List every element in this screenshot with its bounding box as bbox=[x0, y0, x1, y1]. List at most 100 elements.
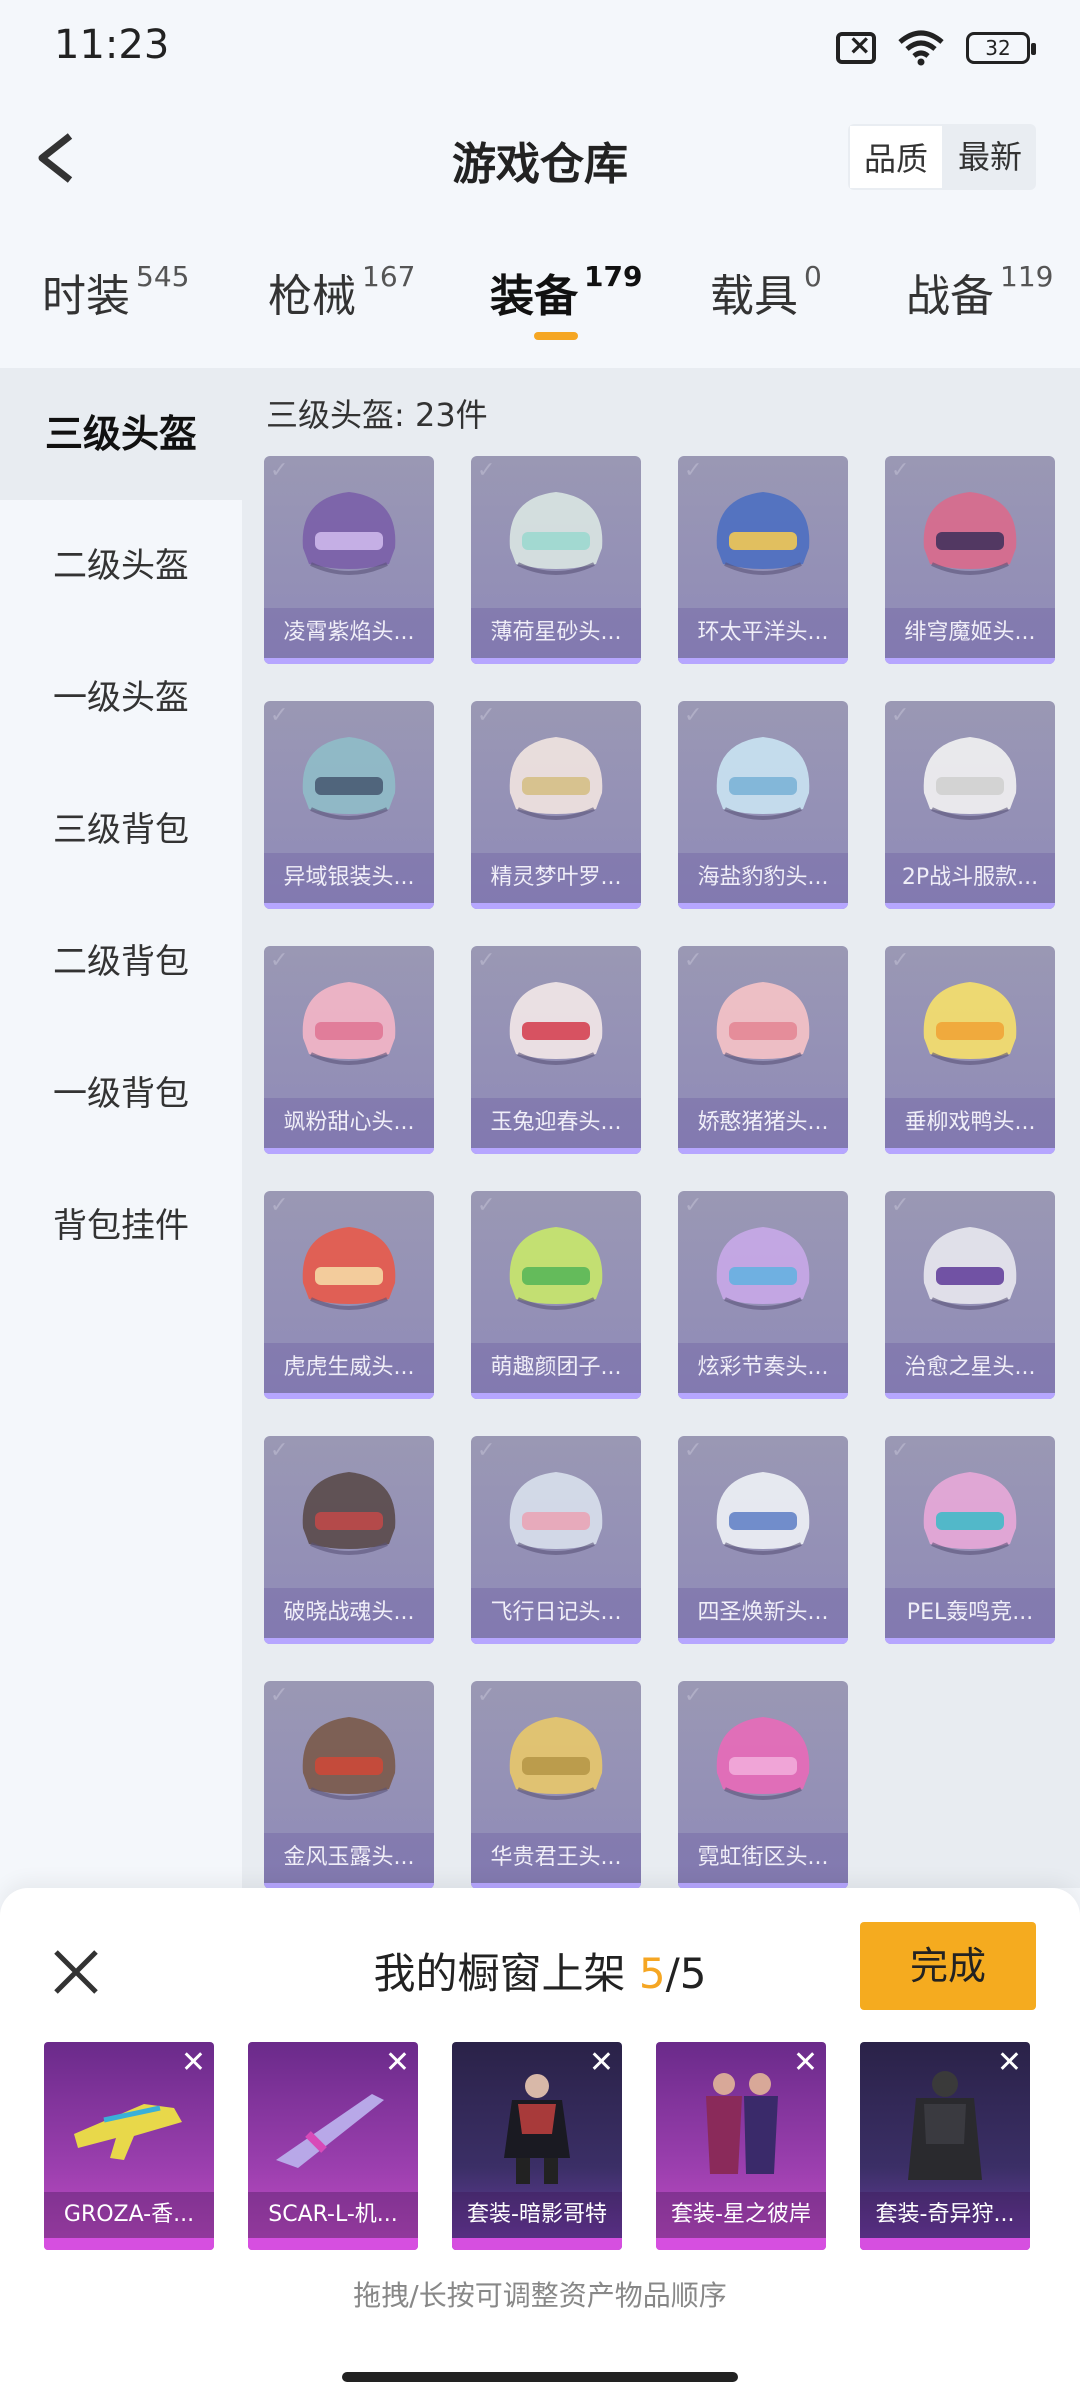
helmet-card[interactable]: ✓ 飒粉甜心头... bbox=[264, 946, 434, 1154]
subcategory-sidebar: 三级头盔 二级头盔 一级头盔 三级背包 二级背包 一级背包 背包挂件 bbox=[0, 368, 242, 1888]
helmet-card[interactable]: ✓ 2P战斗服款... bbox=[885, 701, 1055, 909]
helmet-card[interactable]: ✓ 萌趣颜团子... bbox=[471, 1191, 641, 1399]
home-indicator[interactable] bbox=[342, 2372, 738, 2382]
helmet-card[interactable]: ✓ 治愈之星头... bbox=[885, 1191, 1055, 1399]
item-thumbnail-icon bbox=[908, 2071, 982, 2180]
sort-toggle: 品质 最新 bbox=[847, 124, 1036, 190]
item-thumbnail-icon bbox=[504, 2074, 570, 2184]
rarity-bar bbox=[885, 1638, 1055, 1644]
item-name: 金风玉露头... bbox=[264, 1833, 434, 1883]
sort-latest-button[interactable]: 最新 bbox=[944, 124, 1036, 190]
check-icon: ✓ bbox=[270, 1683, 289, 1708]
wifi-icon bbox=[898, 30, 944, 66]
rarity-bar bbox=[678, 658, 848, 664]
helmet-card[interactable]: ✓ 虎虎生威头... bbox=[264, 1191, 434, 1399]
item-name: 2P战斗服款... bbox=[885, 853, 1055, 903]
item-name: 破晓战魂头... bbox=[264, 1588, 434, 1638]
done-button[interactable]: 完成 bbox=[860, 1922, 1036, 2010]
showcase-item[interactable]: ✕ SCAR-L-机... bbox=[248, 2042, 418, 2250]
showcase-item[interactable]: ✕ 套装-奇异狩... bbox=[860, 2042, 1030, 2250]
helmet-card[interactable]: ✓ 凌霄紫焰头... bbox=[264, 456, 434, 664]
helmet-card[interactable]: ✓ 飞行日记头... bbox=[471, 1436, 641, 1644]
sidebar-item-level3-backpack[interactable]: 三级背包 bbox=[0, 764, 242, 896]
helmet-icon bbox=[923, 492, 1017, 575]
status-icons: 32 bbox=[836, 28, 1036, 66]
helmet-icon bbox=[716, 737, 810, 820]
helmet-icon bbox=[509, 1227, 603, 1310]
item-name: 华贵君王头... bbox=[471, 1833, 641, 1883]
item-name: 霓虹街区头... bbox=[678, 1833, 848, 1883]
helmet-card[interactable]: ✓ 炫彩节奏头... bbox=[678, 1191, 848, 1399]
check-icon: ✓ bbox=[477, 1193, 496, 1218]
helmet-card[interactable]: ✓ 四圣焕新头... bbox=[678, 1436, 848, 1644]
item-name: 治愈之星头... bbox=[885, 1343, 1055, 1393]
check-icon: ✓ bbox=[477, 1438, 496, 1463]
helmet-card[interactable]: ✓ 海盐豹豹头... bbox=[678, 701, 848, 909]
helmet-icon bbox=[302, 1227, 396, 1310]
rarity-bar bbox=[264, 1638, 434, 1644]
helmet-card[interactable]: ✓ 金风玉露头... bbox=[264, 1681, 434, 1888]
showcase-item[interactable]: ✕ GROZA-香... bbox=[44, 2042, 214, 2250]
check-icon: ✓ bbox=[477, 458, 496, 483]
sidebar-item-level2-backpack[interactable]: 二级背包 bbox=[0, 896, 242, 1028]
tab-weapons[interactable]: 枪械 167 bbox=[268, 260, 415, 324]
rarity-bar bbox=[264, 903, 434, 909]
helmet-icon bbox=[923, 737, 1017, 820]
showcase-item-name: 套装-暗影哥特 bbox=[452, 2192, 622, 2238]
sidebar-item-level1-backpack[interactable]: 一级背包 bbox=[0, 1028, 242, 1160]
sort-quality-button[interactable]: 品质 bbox=[847, 124, 944, 190]
helmet-icon bbox=[302, 492, 396, 575]
helmet-card[interactable]: ✓ 薄荷星砂头... bbox=[471, 456, 641, 664]
helmet-card[interactable]: ✓ 娇憨猪猪头... bbox=[678, 946, 848, 1154]
helmet-card[interactable]: ✓ 玉兔迎春头... bbox=[471, 946, 641, 1154]
helmet-icon bbox=[509, 982, 603, 1065]
helmet-icon bbox=[716, 1717, 810, 1800]
showcase-item[interactable]: ✕ 套装-暗影哥特 bbox=[452, 2042, 622, 2250]
helmet-card[interactable]: ✓ 精灵梦叶罗... bbox=[471, 701, 641, 909]
item-name: 玉兔迎春头... bbox=[471, 1098, 641, 1148]
check-icon: ✓ bbox=[684, 1683, 703, 1708]
rarity-bar bbox=[885, 903, 1055, 909]
rarity-bar bbox=[471, 903, 641, 909]
helmet-card[interactable]: ✓ 破晓战魂头... bbox=[264, 1436, 434, 1644]
helmet-icon bbox=[302, 1472, 396, 1555]
sidebar-item-level1-helmet[interactable]: 一级头盔 bbox=[0, 632, 242, 764]
section-title: 三级头盔: 23件 bbox=[266, 396, 488, 434]
rarity-bar bbox=[885, 1148, 1055, 1154]
item-name: 绯穹魔姬头... bbox=[885, 608, 1055, 658]
reorder-hint: 拖拽/长按可调整资产物品顺序 bbox=[353, 2279, 727, 2312]
sidebar-item-backpack-pendant[interactable]: 背包挂件 bbox=[0, 1160, 242, 1292]
rarity-bar bbox=[678, 903, 848, 909]
sidebar-item-level2-helmet[interactable]: 二级头盔 bbox=[0, 500, 242, 632]
check-icon: ✓ bbox=[270, 703, 289, 728]
tab-fashion[interactable]: 时装 545 bbox=[42, 260, 189, 324]
showcase-item-name: 套装-星之彼岸 bbox=[656, 2192, 826, 2238]
item-name: 萌趣颜团子... bbox=[471, 1343, 641, 1393]
item-thumbnail-icon bbox=[276, 2094, 384, 2168]
rarity-bar bbox=[452, 2238, 622, 2250]
helmet-card[interactable]: ✓ 环太平洋头... bbox=[678, 456, 848, 664]
check-icon: ✓ bbox=[477, 1683, 496, 1708]
item-name: 飞行日记头... bbox=[471, 1588, 641, 1638]
helmet-card[interactable]: ✓ 异域银装头... bbox=[264, 701, 434, 909]
tab-supplies[interactable]: 战备 119 bbox=[906, 260, 1053, 324]
check-icon: ✓ bbox=[270, 1193, 289, 1218]
helmet-card[interactable]: ✓ 华贵君王头... bbox=[471, 1681, 641, 1888]
helmet-card[interactable]: ✓ 垂柳戏鸭头... bbox=[885, 946, 1055, 1154]
tab-vehicles[interactable]: 载具 0 bbox=[710, 260, 822, 324]
sidebar-item-level3-helmet[interactable]: 三级头盔 bbox=[0, 368, 242, 500]
check-icon: ✓ bbox=[684, 458, 703, 483]
helmet-icon bbox=[716, 492, 810, 575]
helmet-icon bbox=[509, 737, 603, 820]
helmet-card[interactable]: ✓ PEL轰鸣竞... bbox=[885, 1436, 1055, 1644]
item-name: PEL轰鸣竞... bbox=[885, 1588, 1055, 1638]
helmet-card[interactable]: ✓ 绯穹魔姬头... bbox=[885, 456, 1055, 664]
helmet-icon bbox=[509, 492, 603, 575]
check-icon: ✓ bbox=[891, 458, 910, 483]
status-time: 11:23 bbox=[54, 22, 170, 68]
showcase-item[interactable]: ✕ 套装-星之彼岸 bbox=[656, 2042, 826, 2250]
tab-equipment[interactable]: 装备 179 bbox=[490, 260, 642, 324]
helmet-icon bbox=[302, 1717, 396, 1800]
rarity-bar bbox=[678, 1393, 848, 1399]
helmet-card[interactable]: ✓ 霓虹街区头... bbox=[678, 1681, 848, 1888]
